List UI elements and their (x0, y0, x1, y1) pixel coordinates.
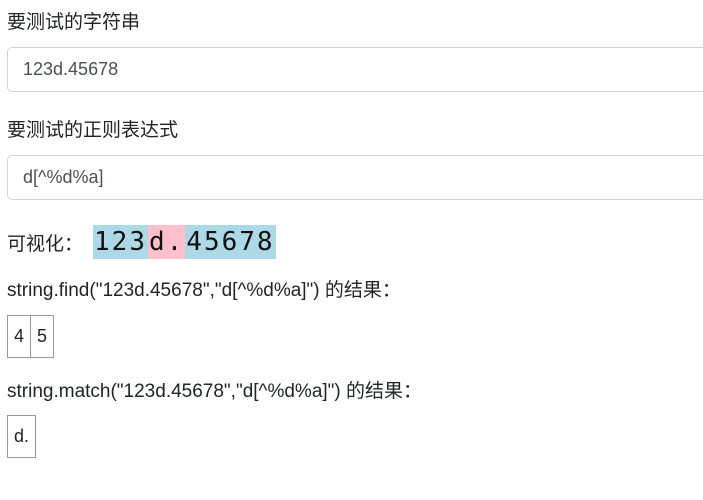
viz-segment-unmatched: 123 (93, 225, 148, 259)
table-row: d. (6, 415, 37, 458)
find-result-label: string.find("123d.45678","d[^%d%a]") 的结果… (7, 280, 401, 301)
test-string-label: 要测试的字符串 (7, 12, 141, 33)
find-result-start: 4 (6, 315, 32, 358)
visualization-row: 可视化： 123 d. 45678 (7, 225, 276, 259)
find-result-table: 4 5 (6, 315, 55, 358)
regex-input[interactable] (7, 155, 703, 200)
test-string-input[interactable] (7, 47, 703, 92)
table-row: 4 5 (6, 315, 55, 358)
find-result-end: 5 (30, 315, 55, 358)
match-result-value: d. (6, 415, 37, 458)
viz-segment-matched: d. (147, 225, 186, 259)
match-result-label: string.match("123d.45678","d[^%d%a]") 的结… (7, 381, 423, 402)
match-result-table: d. (6, 415, 37, 458)
regex-label: 要测试的正则表达式 (7, 120, 179, 141)
viz-segment-unmatched: 45678 (185, 225, 276, 259)
visualization-display: 123 d. 45678 (93, 225, 276, 259)
visualization-label: 可视化： (7, 233, 84, 255)
